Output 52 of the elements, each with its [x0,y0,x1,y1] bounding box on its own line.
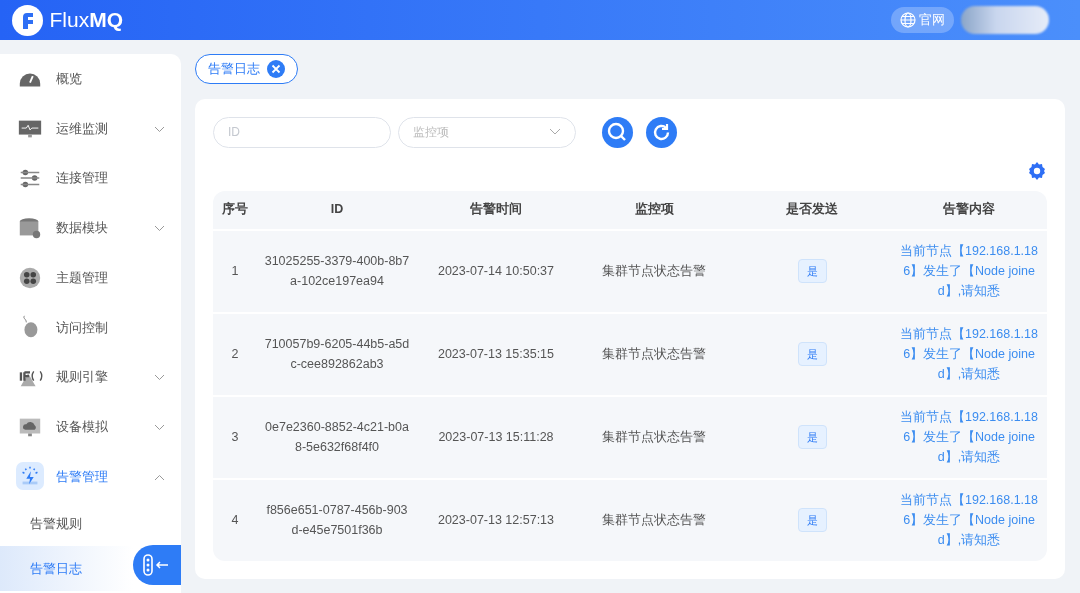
table-cell-text: 集群节点状态告警 [602,428,706,446]
column-header: 序号 [221,201,249,219]
table-cell-text: 3 [231,428,239,446]
close-icon[interactable] [266,59,285,78]
sidebar-item[interactable]: 数据模块 [0,203,181,253]
sidebar-item[interactable]: 主题管理 [0,252,181,303]
table-cell-text: f856e651-0787-456b-903d-e45e7501f36b [265,502,409,539]
column-header: 告警时间 [469,201,523,219]
collapse-sidebar-button[interactable] [133,545,181,585]
logo-icon [12,4,43,36]
settings-icon[interactable] [1027,160,1047,181]
table-cell-text: 当前节点【192.168.1.186】发生了【Node joined】,请知悉 [899,243,1039,300]
status-tag: 是 [797,258,827,284]
sidebar-item[interactable]: 设备模拟 [0,401,181,452]
table-cell-text: 31025255-3379-400b-8b7a-102ce197ea94 [263,253,411,290]
sidebar-item[interactable]: 访问控制 [0,302,181,353]
table-cell-text: 当前节点【192.168.1.186】发生了【Node joined】,请知悉 [899,326,1039,383]
table-cell-text: 2 [231,345,239,363]
column-header: ID [329,201,345,219]
globe-icon [899,12,916,28]
sidebar-item[interactable]: 告警管理 [0,451,181,502]
table-cell-text: 2023-07-13 12:57:13 [437,511,555,529]
id-search-field[interactable]: ID [213,116,391,148]
column-header: 是否发送 [785,201,839,219]
tab[interactable]: 告警日志 [195,54,298,84]
table-cell-text: 集群节点状态告警 [602,511,706,529]
table-cell-text: 1 [231,262,239,280]
user-menu[interactable] [960,6,1049,34]
sidebar-item[interactable]: 运维监测 [0,103,181,154]
table-cell-text: 4 [231,511,239,529]
refresh-button[interactable] [645,116,677,148]
sidebar-item[interactable]: 连接管理 [0,153,181,204]
status-tag: 是 [797,424,827,450]
app-logo: FluxMQ [49,7,123,34]
table-cell-text: 当前节点【192.168.1.186】发生了【Node joined】,请知悉 [899,492,1039,549]
chevron-icon [548,128,561,136]
table-cell-text: 2023-07-13 15:11:28 [438,428,554,446]
table-cell-text: 710057b9-6205-44b5-a5dc-cee892862ab3 [263,336,411,373]
status-tag: 是 [797,507,827,533]
status-tag: 是 [797,341,827,367]
table-cell-text: 2023-07-13 15:35:15 [437,345,555,363]
search-button[interactable] [601,116,633,148]
table-cell-text: 0e7e2360-8852-4c21-b0a8-5e632f68f4f0 [264,419,410,456]
column-header: 监控项 [633,201,675,219]
table-cell-text: 2023-07-14 10:50:37 [437,262,555,280]
table-cell-text: 集群节点状态告警 [602,262,706,280]
column-header: 告警内容 [942,200,996,219]
submenu-item[interactable]: 告警规则 [0,501,133,547]
sidebar-item[interactable]: 规则引擎 [0,352,181,402]
table-cell-text: 集群节点状态告警 [602,345,706,363]
table-cell-text: 当前节点【192.168.1.186】发生了【Node joined】,请知悉 [899,409,1039,466]
sidebar-item[interactable]: 概览 [0,54,181,104]
